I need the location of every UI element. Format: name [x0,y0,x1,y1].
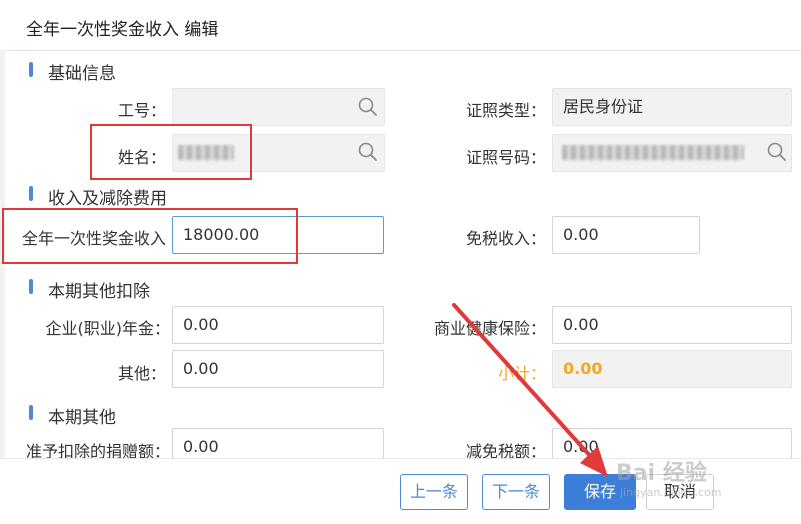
dialog-title: 全年一次性奖金收入 编辑 [26,20,219,40]
section-title-basic: 基础信息 [48,64,116,84]
section-title-income: 收入及减除费用 [48,189,167,209]
search-icon[interactable] [357,141,379,163]
tax-free-income-value: 0.00 [563,225,599,244]
highlight-box-name [90,124,252,180]
tax-free-income-label: 免税收入： [465,229,546,248]
section-title-other: 本期其他 [48,408,116,428]
section-marker [29,405,33,420]
other-deduction-input[interactable]: 0.00 [172,350,384,388]
annuity-input[interactable]: 0.00 [172,306,384,344]
id-type-field: 居民身份证 [552,88,792,126]
other-deduction-label: 其他： [117,364,166,383]
annuity-label: 企业(职业)年金： [45,319,171,338]
redacted-id-number [562,145,744,160]
employee-id-label: 工号： [117,101,166,120]
highlight-box-bonus [2,208,298,264]
search-icon[interactable] [357,96,379,118]
other-deduction-value: 0.00 [183,359,219,378]
tax-free-income-input[interactable]: 0.00 [552,216,700,254]
annotation-arrow-icon [452,303,608,477]
employee-id-field[interactable] [172,88,385,126]
section-marker [29,186,33,201]
id-type-value: 居民身份证 [563,97,644,116]
section-title-other-deduction: 本期其他扣除 [48,282,150,302]
donation-value: 0.00 [183,437,219,456]
section-marker [29,279,33,294]
watermark-url: jingyan.baidu.com [620,486,722,499]
watermark-logo: Bai 经验 [616,461,707,486]
section-marker [29,62,33,77]
id-number-label: 证照号码： [465,148,546,167]
search-icon[interactable] [766,141,788,163]
annuity-value: 0.00 [183,315,219,334]
id-type-label: 证照类型： [465,101,546,120]
